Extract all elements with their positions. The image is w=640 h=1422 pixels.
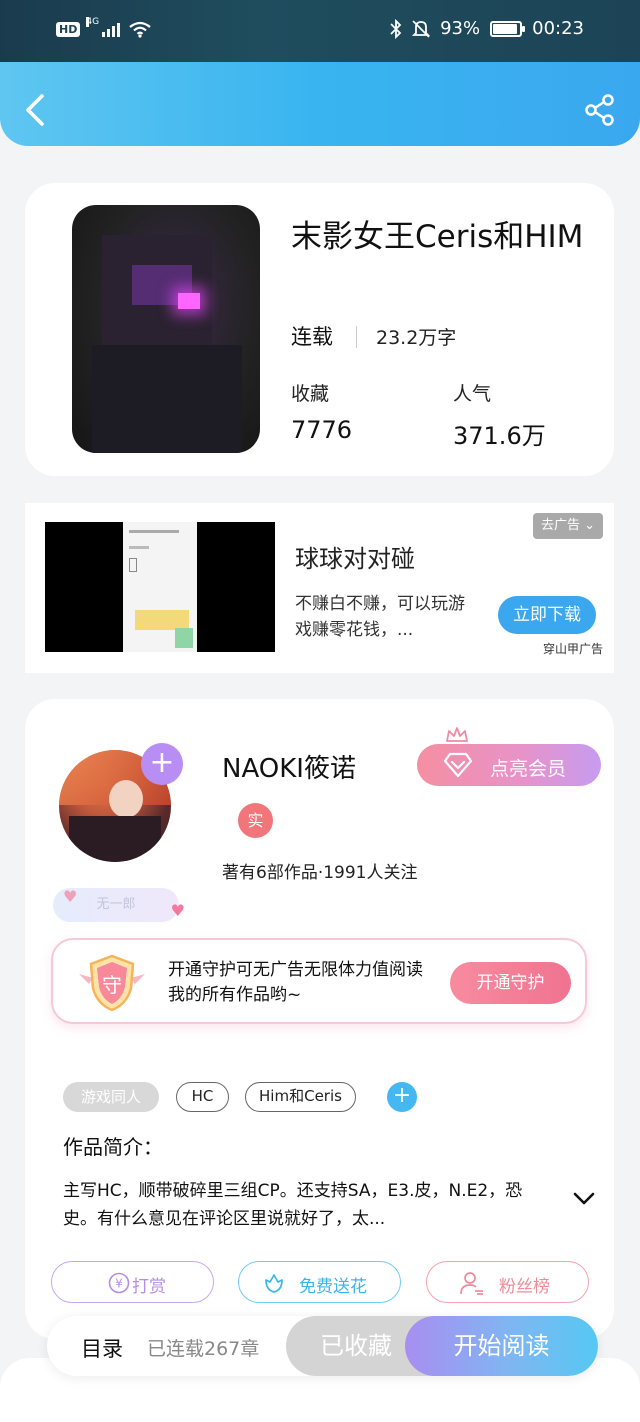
- add-tag-button[interactable]: +: [387, 1082, 417, 1112]
- follow-plus-button[interactable]: +: [141, 743, 183, 785]
- ad-video[interactable]: [45, 522, 275, 652]
- reward-label: 打赏: [132, 1277, 166, 1297]
- battery-fill: [493, 23, 518, 34]
- remove-ad-label: 去广告: [540, 518, 580, 533]
- favorited-label: 已收藏: [320, 1332, 392, 1360]
- serial-status: 连载: [291, 325, 333, 349]
- heart-icon: ♥: [170, 901, 185, 920]
- open-guard-button[interactable]: 开通守护: [450, 962, 571, 1004]
- popularity-value: 371.6万: [453, 422, 546, 450]
- book-cover[interactable]: [72, 205, 260, 453]
- svg-text:¥: ¥: [115, 1277, 123, 1291]
- divider: [356, 326, 357, 348]
- start-reading-button[interactable]: 开始阅读: [405, 1316, 598, 1376]
- rank-label: 无一郎: [96, 897, 136, 912]
- reward-button[interactable]: ¥ 打赏: [51, 1261, 214, 1303]
- hd-icon: HD: [56, 21, 81, 37]
- ad-source: 穿山甲广告: [542, 642, 603, 656]
- top-header: [0, 62, 640, 146]
- favorites-value: 7776: [291, 416, 353, 444]
- tag-hc[interactable]: HC: [176, 1082, 229, 1112]
- chapter-count: 已连载267章: [147, 1338, 260, 1360]
- battery-percent: 93%: [440, 18, 481, 39]
- diamond-icon: [443, 752, 473, 778]
- crown-icon: [446, 727, 468, 742]
- book-info-card: 末影女王Ceris和HIM 连载 23.2万字 收藏 7776 人气 371.6…: [25, 183, 614, 476]
- chevron-left-icon[interactable]: [22, 92, 48, 128]
- guard-promo: 守 开通守护可无广告无限体力值阅读我的所有作品哟~ 开通守护: [51, 938, 587, 1024]
- popularity-label: 人气: [453, 383, 492, 405]
- intro-title: 作品简介：: [63, 1135, 163, 1159]
- chevron-down-icon: ⌄: [584, 518, 595, 533]
- author-name[interactable]: NAOKI筱诺: [222, 748, 356, 785]
- author-stats: 著有6部作品·1991人关注: [222, 863, 418, 883]
- status-bar: HD 4G 93% 00:23: [0, 0, 640, 62]
- guard-text: 开通守护可无广告无限体力值阅读我的所有作品哟~: [168, 960, 423, 1005]
- download-button[interactable]: 立即下载: [498, 596, 596, 634]
- user-rank-icon: [460, 1272, 483, 1295]
- chevron-down-icon[interactable]: [573, 1192, 595, 1206]
- intro-text: 主写HC，顺带破碎里三组CP。还支持SA，E3.皮，N.E2，恐史。有什么意见在…: [63, 1181, 523, 1229]
- verified-badge: 实: [238, 803, 273, 838]
- rank-ribbon: ♥ 无一郎 ♥: [53, 887, 185, 922]
- network-type-label: 4G: [86, 17, 100, 27]
- yen-coin-icon: ¥: [108, 1272, 130, 1294]
- tag-him-ceris[interactable]: Him和Ceris: [245, 1082, 356, 1112]
- remove-ad-button[interactable]: 去广告 ⌄: [532, 513, 603, 539]
- word-count: 23.2万字: [376, 327, 457, 349]
- clock: 00:23: [532, 18, 584, 39]
- status-right: 93% 00:23: [390, 18, 584, 39]
- send-flower-label: 免费送花: [299, 1277, 367, 1297]
- favorites-label: 收藏: [291, 383, 330, 405]
- ad-app-name: 球球对对碰: [295, 545, 415, 573]
- author-card: + NAOKI筱诺 点亮会员 实 著有6部作品·1991人关注 ♥ 无一郎 ♥ …: [25, 699, 614, 1339]
- tag-game-fanfic[interactable]: 游戏同人: [63, 1082, 159, 1112]
- battery-icon: [490, 20, 526, 37]
- fans-rank-label: 粉丝榜: [499, 1277, 550, 1297]
- book-title: 末影女王Ceris和HIM: [291, 219, 584, 255]
- cellular-signal-icon: 4G: [86, 17, 121, 37]
- mute-bell-icon: [412, 19, 431, 38]
- bottom-action-bar: 目录 已连载267章 已收藏 开始阅读: [47, 1316, 598, 1376]
- guard-shield-icon: 守: [79, 954, 145, 1012]
- share-icon[interactable]: [584, 94, 616, 126]
- guard-icon-text: 守: [102, 973, 122, 997]
- wing-icon: ♥: [63, 887, 78, 906]
- flower-icon: [265, 1274, 283, 1293]
- status-left: HD 4G: [56, 17, 152, 38]
- wifi-icon: [129, 21, 152, 38]
- ad-phone-screenshot: [123, 522, 197, 652]
- send-flower-button[interactable]: 免费送花: [238, 1261, 401, 1303]
- ad-banner[interactable]: 去广告 ⌄ 球球对对碰 不赚白不赚，可以玩游戏赚零花钱，... 立即下载 穿山甲…: [25, 503, 614, 673]
- bluetooth-icon: [390, 18, 402, 39]
- vip-button[interactable]: 点亮会员: [417, 744, 601, 786]
- toc-button[interactable]: 目录: [81, 1333, 123, 1363]
- fans-rank-button[interactable]: 粉丝榜: [426, 1261, 589, 1303]
- ad-description: 不赚白不赚，可以玩游戏赚零花钱，...: [295, 594, 465, 640]
- vip-button-label: 点亮会员: [490, 758, 567, 780]
